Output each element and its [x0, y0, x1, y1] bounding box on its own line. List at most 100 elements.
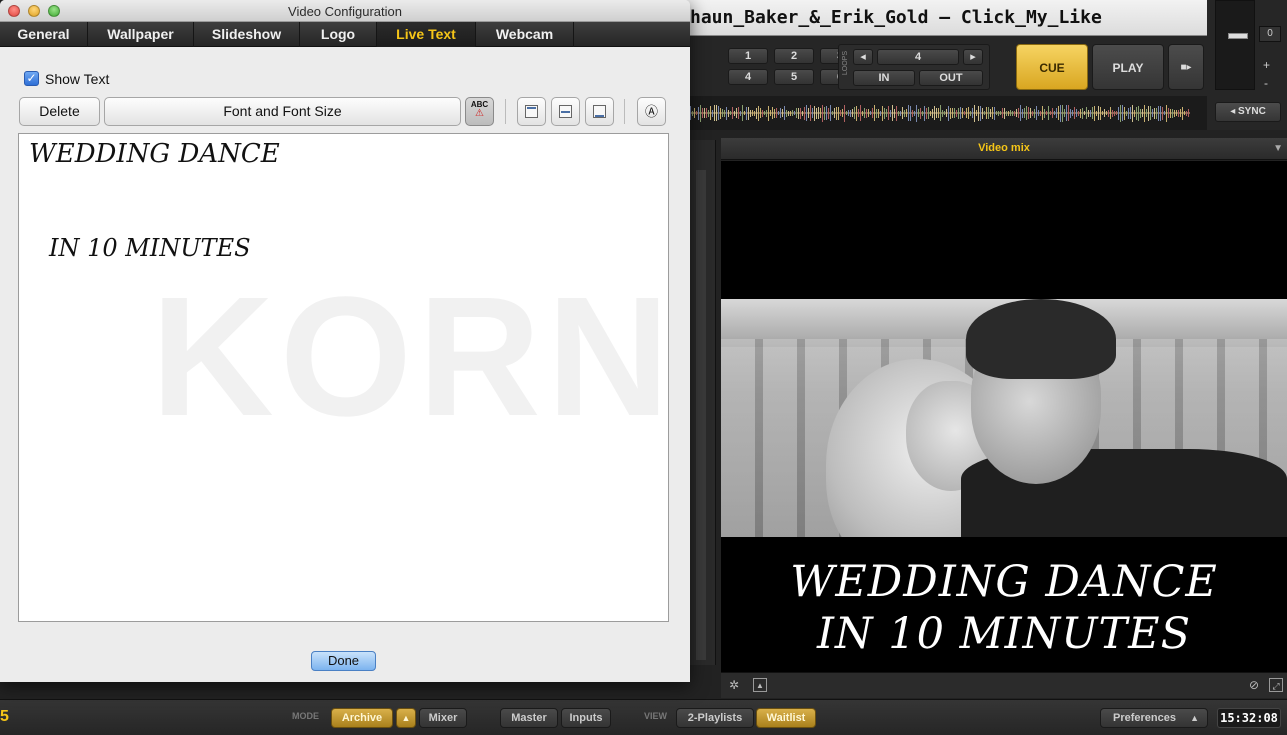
waveform-bar [846, 111, 847, 115]
gear-icon[interactable]: ✲ [727, 678, 741, 692]
waveform-bar [1064, 109, 1065, 117]
spellcheck-button[interactable]: ABC ⚠ [465, 97, 494, 126]
skip-button[interactable]: ■▸ [1168, 44, 1204, 90]
text-style-button[interactable]: Ⓐ [637, 97, 666, 126]
waveform-bar [1012, 110, 1013, 116]
pitch-plus-button[interactable]: + [1263, 58, 1270, 72]
show-text-checkbox[interactable]: ✓ [24, 71, 39, 86]
waveform-bar [920, 107, 921, 119]
waveform-bar [1138, 105, 1139, 121]
waveform-bar [868, 109, 869, 117]
waveform-bar [964, 111, 965, 115]
tab-webcam[interactable]: Webcam [476, 22, 574, 47]
no-entry-icon[interactable]: ⊘ [1247, 678, 1261, 692]
waveform-bar [890, 109, 891, 117]
two-playlists-button[interactable]: 2-Playlists [676, 708, 754, 728]
waveform-bar [928, 107, 929, 119]
tab-slideshow[interactable]: Slideshow [194, 22, 300, 47]
waveform-bar [856, 105, 857, 121]
fullscreen-icon[interactable]: ⤢ [1269, 678, 1283, 692]
editor-text-line-2[interactable]: IN 10 MINUTES [49, 234, 251, 262]
view-label: VIEW [644, 711, 668, 721]
waveform-bar [1084, 111, 1085, 115]
waveform-bar [814, 105, 815, 121]
waveform-bar [1102, 111, 1103, 115]
waveform-bar [1188, 109, 1189, 117]
waveform-bar [1104, 109, 1105, 117]
inputs-button[interactable]: Inputs [561, 708, 611, 728]
font-and-font-size-button[interactable]: Font and Font Size [104, 97, 461, 126]
waveform-bar [842, 109, 843, 117]
waveform-bar [1150, 106, 1151, 120]
align-bottom-button[interactable] [585, 97, 614, 126]
hotcue-2-button[interactable]: 2 [774, 48, 814, 64]
done-button[interactable]: Done [311, 651, 376, 671]
play-button[interactable]: PLAY [1092, 44, 1164, 90]
loop-halve-button[interactable]: ◂ [853, 49, 873, 65]
sync-button[interactable]: ◂ SYNC [1215, 102, 1281, 122]
deck-controls: 123456LOOPS◂4▸INOUTCUEPLAY■▸ [640, 36, 1207, 96]
watermark-logo: KORN [151, 262, 669, 452]
tab-logo[interactable]: Logo [300, 22, 377, 47]
mode-toggle-icon[interactable]: ▲ [396, 708, 416, 728]
delete-button[interactable]: Delete [19, 97, 100, 126]
image-icon[interactable]: ▲ [753, 678, 767, 692]
pitch-slider[interactable] [1215, 0, 1255, 90]
waveform-bar [878, 108, 879, 118]
tab-wallpaper[interactable]: Wallpaper [88, 22, 194, 47]
hotcue-5-button[interactable]: 5 [774, 69, 814, 85]
video-preview: WEDDING DANCE IN 10 MINUTES [721, 161, 1287, 672]
waveform-bar [864, 108, 865, 118]
waveform-bar [1078, 110, 1079, 116]
waveform-bar [794, 111, 795, 115]
archive-button[interactable]: Archive [331, 708, 393, 728]
waveform-bar [954, 108, 955, 118]
chevron-down-icon[interactable]: ▼ [1273, 143, 1283, 154]
hotcue-1-button[interactable]: 1 [728, 48, 768, 64]
loop-out-button[interactable]: OUT [919, 70, 983, 86]
align-top-icon [525, 105, 538, 118]
waveform-bar [976, 110, 977, 116]
tab-general[interactable]: General [0, 22, 88, 47]
waveform-bar [974, 104, 975, 122]
titlebar[interactable]: Video Configuration [0, 0, 690, 22]
browser-scrollbar[interactable] [696, 170, 706, 660]
overlay-line-1: WEDDING DANCE [790, 557, 1218, 607]
master-button[interactable]: Master [500, 708, 558, 728]
waveform-bar [884, 107, 885, 119]
waveform-bar [1056, 108, 1057, 118]
waveform-bar [1070, 108, 1071, 118]
loop-in-button[interactable]: IN [853, 70, 915, 86]
waveform-bar [996, 111, 997, 115]
waveform-bar [798, 107, 799, 119]
waveform-bar [1048, 106, 1049, 120]
waveform-bar [942, 109, 943, 117]
tab-live-text[interactable]: Live Text [377, 22, 476, 47]
loop-double-button[interactable]: ▸ [963, 49, 983, 65]
align-top-button[interactable] [517, 97, 546, 126]
waveform-bar [894, 108, 895, 118]
waveform-bar [888, 106, 889, 120]
editor-text-line-1[interactable]: WEDDING DANCE [29, 139, 280, 169]
show-text-label[interactable]: Show Text [45, 71, 109, 87]
live-text-editor[interactable]: KORN WEDDING DANCE IN 10 MINUTES [18, 133, 669, 622]
video-configuration-dialog: Video Configuration General Wallpaper Sl… [0, 0, 690, 682]
cue-button[interactable]: CUE [1016, 44, 1088, 90]
waveform-bar [938, 108, 939, 118]
preferences-button[interactable]: Preferences ▲ [1100, 708, 1208, 728]
pitch-slider-handle[interactable] [1228, 33, 1248, 39]
waveform[interactable] [640, 96, 1207, 130]
waveform-bar [792, 110, 793, 116]
hotcue-4-button[interactable]: 4 [728, 69, 768, 85]
mixer-button[interactable]: Mixer [419, 708, 467, 728]
waveform-bar [980, 105, 981, 121]
loop-size-display[interactable]: 4 [877, 49, 959, 65]
waveform-bar [706, 108, 707, 118]
pitch-minus-button[interactable]: - [1264, 76, 1268, 90]
waveform-bar [1058, 106, 1059, 120]
waveform-bar [966, 108, 967, 118]
align-middle-button[interactable] [551, 97, 580, 126]
waitlist-button[interactable]: Waitlist [756, 708, 816, 728]
bottom-bar: 5 MODE Archive ▲ Mixer Master Inputs VIE… [0, 699, 1287, 735]
waveform-bar [1146, 109, 1147, 117]
